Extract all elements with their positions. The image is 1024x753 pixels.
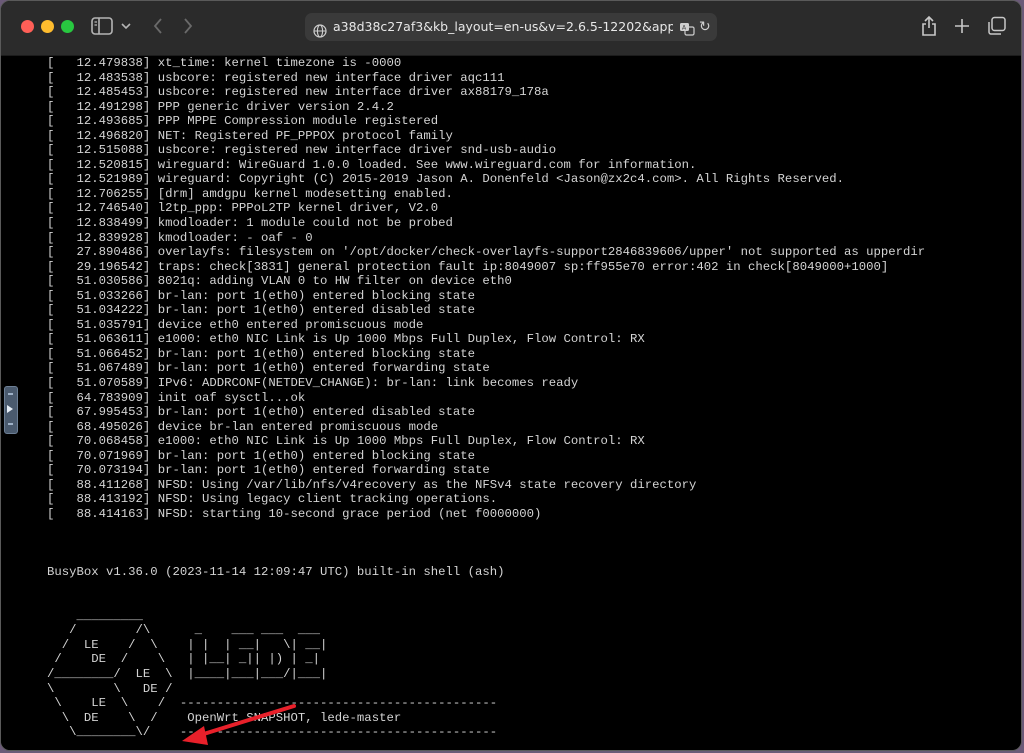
close-window-button[interactable] bbox=[21, 20, 34, 33]
console-line: [ 12.521989] wireguard: Copyright (C) 20… bbox=[47, 172, 844, 187]
chevron-right-icon bbox=[7, 405, 13, 413]
chevron-left-icon[interactable] bbox=[149, 15, 167, 37]
console-line: [ 12.479838] xt_time: kernel timezone is… bbox=[47, 56, 402, 70]
console-line: [ 12.839928] kmodloader: - oaf - 0 bbox=[47, 230, 313, 245]
console-line: [ 51.070589] IPv6: ADDRCONF(NETDEV_CHANG… bbox=[47, 376, 579, 391]
console-line: [ 88.411268] NFSD: Using /var/lib/nfs/v4… bbox=[47, 477, 697, 492]
tab-overview-icon[interactable] bbox=[987, 16, 1007, 36]
browser-toolbar: a38d38c27af3&kb_layout=en-us&v=2.6.5-122… bbox=[1, 1, 1021, 56]
console-line: / DE / \ | |__| _|| |) | _| bbox=[47, 652, 321, 667]
console-line: [ 12.485453] usbcore: registered new int… bbox=[47, 85, 549, 100]
console-output: [ 12.479838] xt_time: kernel timezone is… bbox=[47, 56, 926, 750]
handle-grip-icon bbox=[8, 393, 13, 395]
minimize-window-button[interactable] bbox=[41, 20, 54, 33]
console-line: [ 29.196542] traps: check[3831] general … bbox=[47, 259, 889, 274]
browser-window: a38d38c27af3&kb_layout=en-us&v=2.6.5-122… bbox=[0, 0, 1022, 751]
share-icon[interactable] bbox=[919, 14, 939, 38]
zoom-window-button[interactable] bbox=[61, 20, 74, 33]
console-line: [ 51.033266] br-lan: port 1(eth0) entere… bbox=[47, 288, 476, 303]
console-line: [ 70.068458] e1000: eth0 NIC Link is Up … bbox=[47, 434, 645, 449]
plus-icon[interactable] bbox=[951, 13, 973, 39]
address-bar[interactable]: a38d38c27af3&kb_layout=en-us&v=2.6.5-122… bbox=[305, 13, 717, 41]
sidebar-icon[interactable] bbox=[91, 16, 113, 36]
console-line: [ 67.995453] br-lan: port 1(eth0) entere… bbox=[47, 405, 476, 420]
console-line: [ 27.890486] overlayfs: filesystem on '/… bbox=[47, 245, 926, 260]
console-line: [ 12.515088] usbcore: registered new int… bbox=[47, 143, 557, 158]
globe-icon bbox=[313, 20, 327, 38]
console-line: BusyBox v1.36.0 (2023-11-14 12:09:47 UTC… bbox=[47, 565, 505, 580]
console-line: [ 88.414163] NFSD: starting 10-second gr… bbox=[47, 506, 542, 521]
console-line: [ 12.483538] usbcore: registered new int… bbox=[47, 70, 505, 85]
console-line: [ 12.491298] PPP generic driver version … bbox=[47, 99, 394, 114]
console-line: [ 12.706255] [drm] amdgpu kernel modeset… bbox=[47, 186, 453, 201]
terminal-console[interactable]: [ 12.479838] xt_time: kernel timezone is… bbox=[1, 56, 1021, 750]
console-line: [ 12.746540] l2tp_ppp: PPPoL2TP kernel d… bbox=[47, 201, 439, 216]
console-line: [ 12.496820] NET: Registered PF_PPPOX pr… bbox=[47, 128, 453, 143]
console-line: [ 88.413192] NFSD: Using legacy client t… bbox=[47, 492, 498, 507]
console-line: [ 70.071969] br-lan: port 1(eth0) entere… bbox=[47, 448, 476, 463]
translate-icon[interactable]: A bbox=[679, 19, 695, 36]
url-text[interactable]: a38d38c27af3&kb_layout=en-us&v=2.6.5-122… bbox=[333, 13, 673, 41]
console-line: / LE / \ | | | __| \| __| bbox=[47, 637, 328, 652]
handle-grip-icon bbox=[8, 423, 13, 425]
console-line: [ 70.073194] br-lan: port 1(eth0) entere… bbox=[47, 463, 490, 478]
console-line: _________ bbox=[47, 608, 143, 623]
console-line: [ 12.838499] kmodloader: 1 module could … bbox=[47, 216, 453, 231]
console-line: [ 51.035791] device eth0 entered promisc… bbox=[47, 317, 424, 332]
console-line: \ \ DE / bbox=[47, 681, 173, 696]
console-line: [ 64.783909] init oaf sysctl...ok bbox=[47, 390, 306, 405]
red-arrow-annotation bbox=[182, 704, 296, 745]
side-panel-handle[interactable] bbox=[4, 386, 18, 434]
console-line: [ 51.067489] br-lan: port 1(eth0) entere… bbox=[47, 361, 490, 376]
chevron-right-icon[interactable] bbox=[179, 15, 197, 37]
console-line: [ 51.066452] br-lan: port 1(eth0) entere… bbox=[47, 346, 476, 361]
console-line: [ 12.493685] PPP MPPE Compression module… bbox=[47, 114, 439, 129]
console-line: /________/ LE \ |____|___|___/|___| bbox=[47, 666, 328, 681]
console-line: [ 51.030586] 8021q: adding VLAN 0 to HW … bbox=[47, 274, 512, 289]
console-line: [ 51.063611] e1000: eth0 NIC Link is Up … bbox=[47, 332, 645, 347]
chevron-down-icon[interactable] bbox=[119, 17, 133, 35]
console-line: / /\ _ ___ ___ ___ bbox=[47, 623, 321, 638]
console-line: [ 12.520815] wireguard: WireGuard 1.0.0 … bbox=[47, 157, 697, 172]
reload-icon[interactable]: ↻ bbox=[699, 13, 711, 41]
console-line: [ 68.495026] device br-lan entered promi… bbox=[47, 419, 439, 434]
console-line: [ 51.034222] br-lan: port 1(eth0) entere… bbox=[47, 303, 476, 318]
